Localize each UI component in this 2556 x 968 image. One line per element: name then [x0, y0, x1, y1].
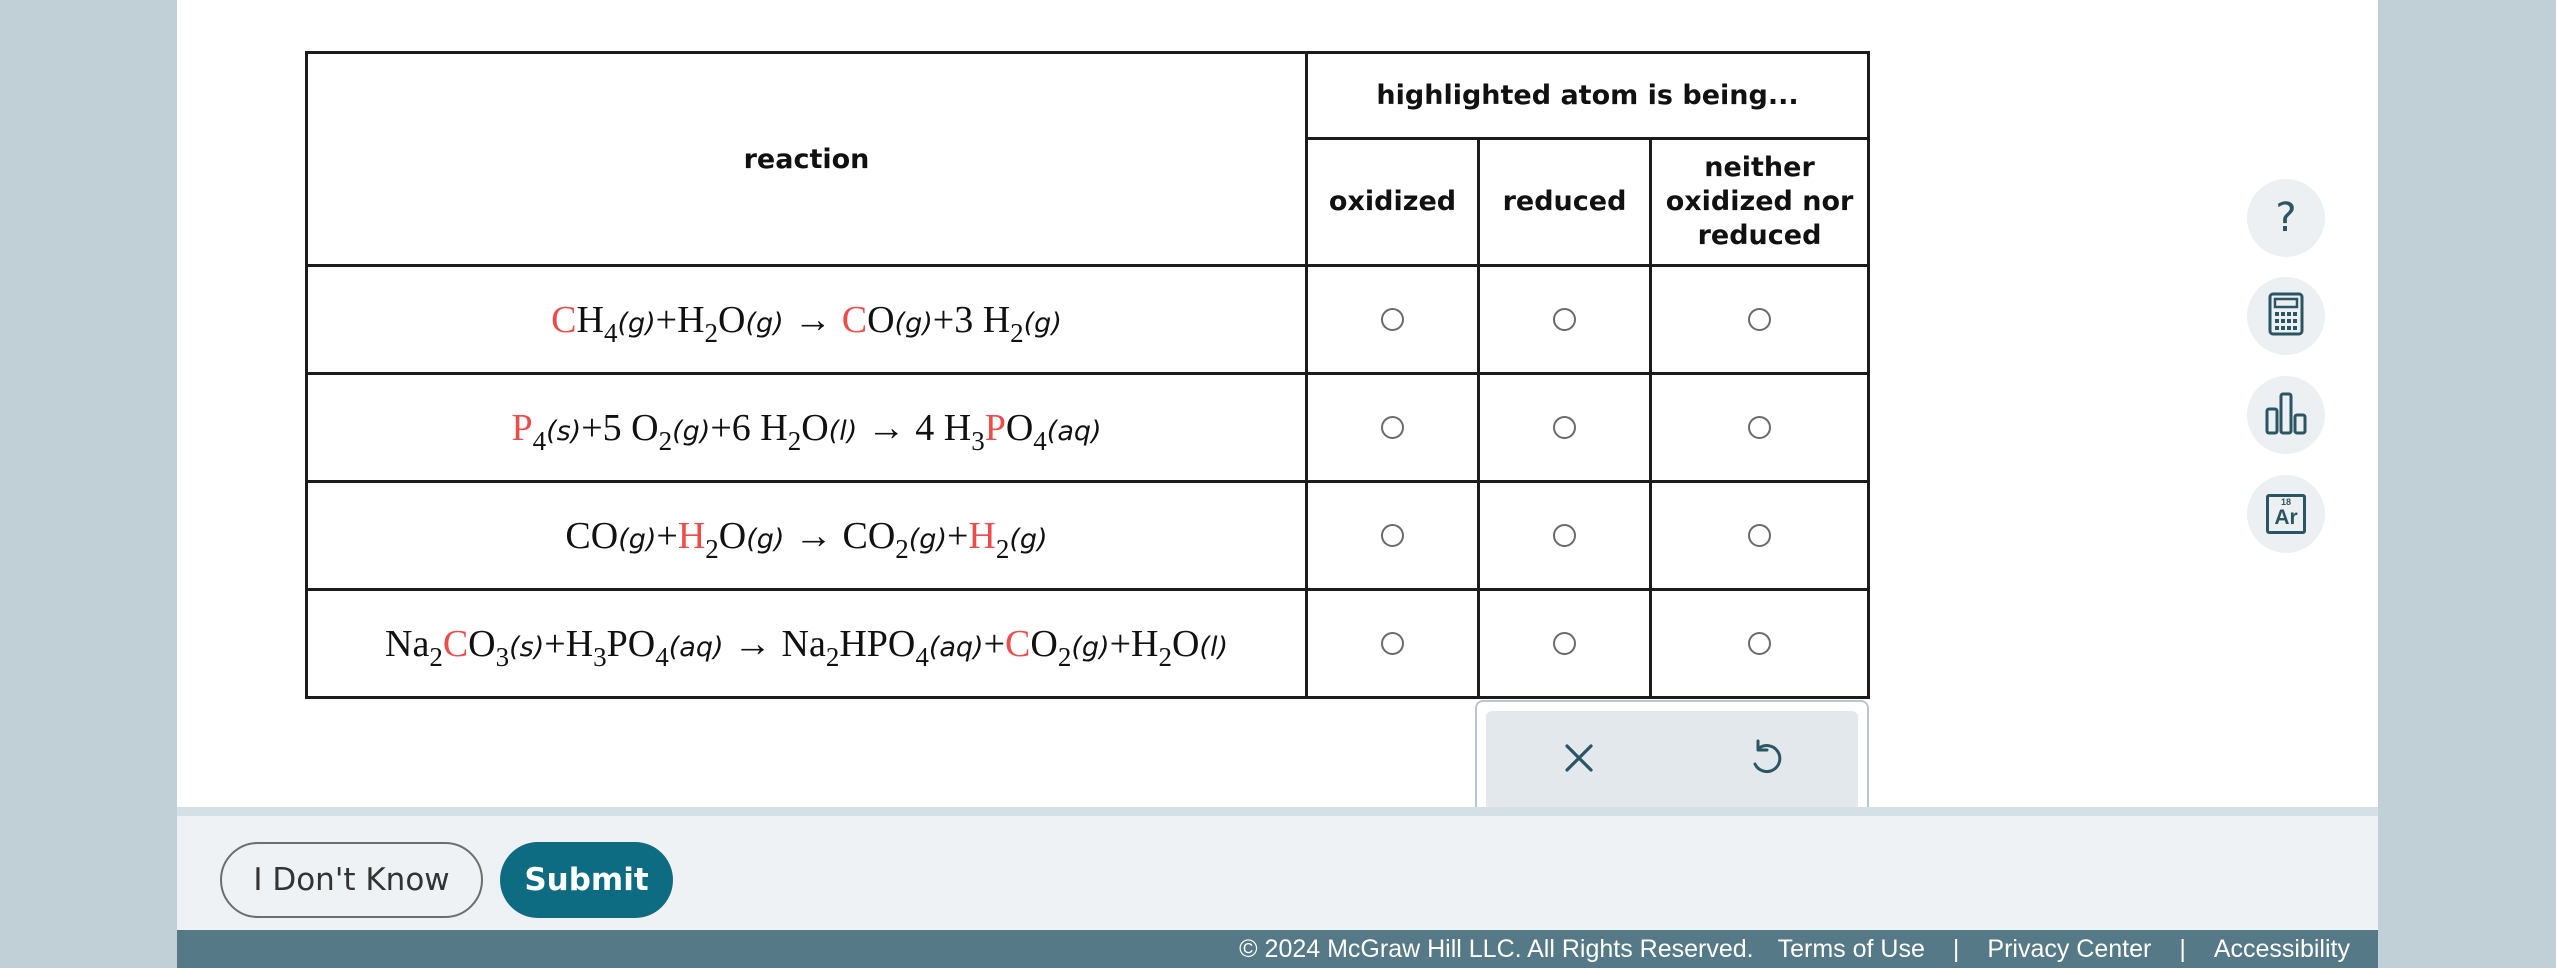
radio-cell[interactable] [1648, 372, 1871, 483]
radio-cell[interactable] [1305, 372, 1480, 483]
periodic-table-button[interactable]: 18 Ar [2247, 475, 2325, 553]
radio-cell[interactable] [1305, 264, 1480, 375]
col-reduced: reduced [1477, 137, 1652, 267]
action-bar: I Don't Know Submit [177, 807, 2378, 930]
radio-neither-2[interactable] [1748, 416, 1772, 439]
table-row: Na2CO3(s)+H3PO4(aq) → Na2HPO4(aq)+CO2(g)+H… [305, 588, 1871, 699]
element-symbol: Ar [2274, 506, 2298, 529]
undo-icon[interactable] [1747, 739, 1783, 782]
highlight-header: highlighted atom is being... [1304, 51, 1871, 140]
copyright-text: © 2024 McGraw Hill LLC. All Rights Reser… [1239, 935, 1754, 963]
radio-cell[interactable] [1477, 480, 1652, 591]
radio-cell[interactable] [1648, 264, 1871, 375]
accessibility-link[interactable]: Accessibility [2214, 935, 2350, 964]
table-row: P4(s)+5 O2(g)+6 H2O(l) → 4 H3PO4(aq) [305, 372, 1871, 483]
dont-know-button[interactable]: I Don't Know [220, 842, 483, 918]
reaction-equation-4: Na2CO3(s)+H3PO4(aq) → Na2HPO4(aq)+CO2(g)+H… [305, 588, 1308, 699]
radio-reduced-1[interactable] [1553, 308, 1576, 331]
calculator-icon [2268, 292, 2304, 341]
col-oxidized: oxidized [1305, 137, 1480, 267]
radio-neither-3[interactable] [1748, 524, 1772, 547]
radio-oxidized-4[interactable] [1381, 632, 1404, 655]
question-icon: ? [2275, 195, 2297, 241]
terms-link[interactable]: Terms of Use [1778, 935, 1925, 964]
data-button[interactable] [2247, 376, 2325, 454]
radio-reduced-3[interactable] [1553, 524, 1576, 547]
radio-oxidized-3[interactable] [1381, 524, 1404, 547]
table-row: CO(g)+H2O(g) → CO2(g)+H2(g) [305, 480, 1871, 591]
redox-table: reaction highlighted atom is being... ox… [305, 51, 1871, 699]
col-neither: neither oxidized nor reduced [1648, 137, 1871, 267]
submit-button[interactable]: Submit [500, 842, 673, 918]
privacy-link[interactable]: Privacy Center [1987, 935, 2151, 964]
radio-cell[interactable] [1477, 372, 1652, 483]
radio-cell[interactable] [1648, 480, 1871, 591]
radio-cell[interactable] [1305, 588, 1480, 699]
calculator-button[interactable] [2247, 277, 2325, 355]
radio-cell[interactable] [1477, 264, 1652, 375]
help-button[interactable]: ? [2247, 179, 2325, 257]
reaction-equation-3: CO(g)+H2O(g) → CO2(g)+H2(g) [305, 480, 1308, 591]
footer-separator: | [1952, 935, 1960, 963]
reaction-header: reaction [305, 51, 1308, 267]
radio-oxidized-1[interactable] [1381, 308, 1404, 331]
reaction-equation-2: P4(s)+5 O2(g)+6 H2O(l) → 4 H3PO4(aq) [305, 372, 1308, 483]
radio-cell[interactable] [1648, 588, 1871, 699]
clear-icon[interactable] [1562, 741, 1596, 780]
footer: © 2024 McGraw Hill LLC. All Rights Reser… [177, 930, 2378, 968]
table-row: CH4(g)+H2O(g) → CO(g)+3 H2(g) [305, 264, 1871, 375]
bar-chart-icon [2264, 391, 2308, 440]
radio-cell[interactable] [1477, 588, 1652, 699]
radio-cell[interactable] [1305, 480, 1480, 591]
footer-separator: | [2179, 935, 2186, 963]
answer-tray [1475, 700, 1869, 810]
radio-neither-1[interactable] [1748, 308, 1772, 331]
radio-oxidized-2[interactable] [1381, 416, 1404, 439]
radio-neither-4[interactable] [1748, 632, 1772, 655]
radio-reduced-4[interactable] [1553, 632, 1576, 655]
radio-reduced-2[interactable] [1553, 416, 1576, 439]
answer-tray-inner [1486, 711, 1858, 810]
reaction-equation-1: CH4(g)+H2O(g) → CO(g)+3 H2(g) [305, 264, 1308, 375]
periodic-table-icon: 18 Ar [2266, 494, 2306, 534]
